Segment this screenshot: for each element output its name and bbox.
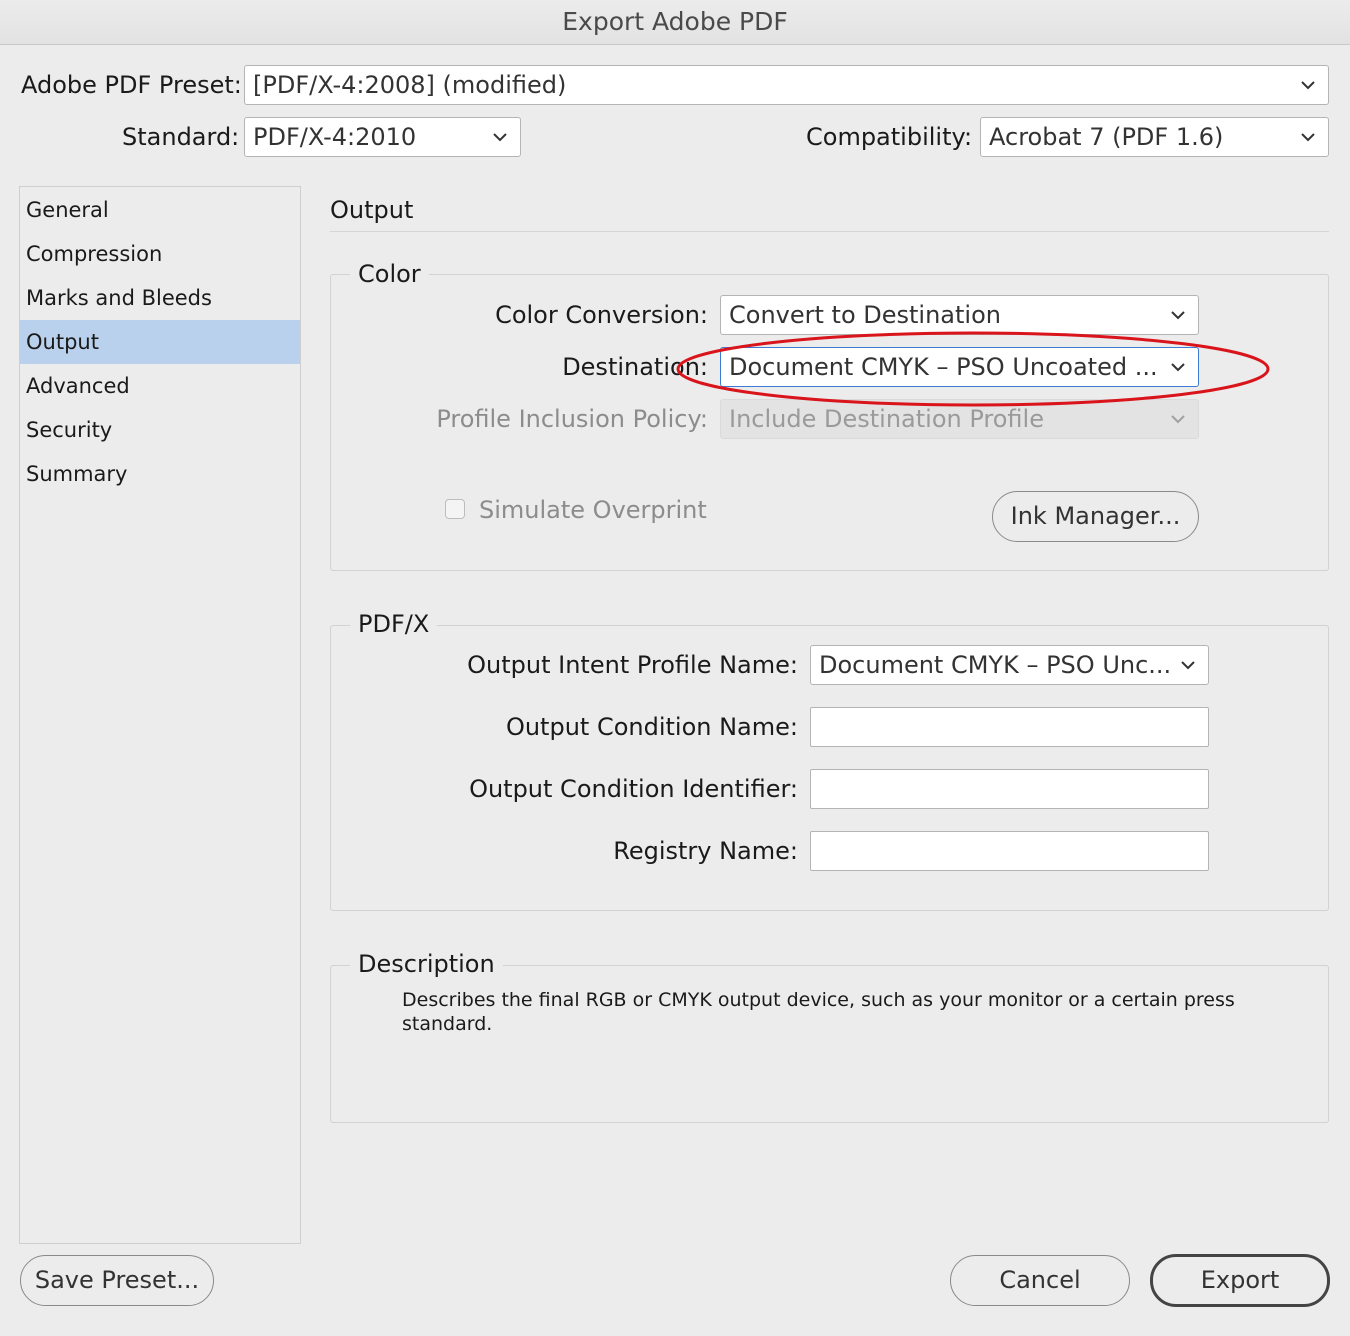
registry-name-label: Registry Name: [613,837,798,865]
profile-inclusion-value: Include Destination Profile [729,405,1044,433]
sidebar: General Compression Marks and Bleeds Out… [19,186,301,1244]
sidebar-item-security[interactable]: Security [20,408,300,452]
preset-select[interactable]: [PDF/X-4:2008] (modified) [244,65,1329,105]
page-title: Output [330,196,414,224]
output-intent-value: Document CMYK – PSO Unc... [819,651,1172,679]
output-intent-select[interactable]: Document CMYK – PSO Unc... [810,645,1209,685]
color-conversion-label: Color Conversion: [495,301,708,329]
color-conversion-select[interactable]: Convert to Destination [720,295,1199,335]
destination-label: Destination: [562,353,708,381]
sidebar-item-marks-and-bleeds[interactable]: Marks and Bleeds [20,276,300,320]
sidebar-item-advanced[interactable]: Advanced [20,364,300,408]
destination-value: Document CMYK – PSO Uncoated ... [729,353,1158,381]
output-intent-label: Output Intent Profile Name: [467,651,798,679]
output-condition-identifier-label: Output Condition Identifier: [469,775,798,803]
output-condition-name-label: Output Condition Name: [505,713,798,741]
chevron-down-icon [1300,118,1316,156]
preset-value: [PDF/X-4:2008] (modified) [253,71,567,99]
standard-select[interactable]: PDF/X-4:2010 [244,117,521,157]
title-divider [330,231,1329,232]
compatibility-label: Compatibility: [806,123,973,151]
standard-label: Standard: [122,123,240,151]
chevron-down-icon [1180,646,1196,684]
cancel-button[interactable]: Cancel [950,1255,1130,1306]
registry-name-field[interactable] [810,831,1209,871]
color-conversion-value: Convert to Destination [729,301,1001,329]
color-group-title: Color [350,260,429,288]
sidebar-item-output[interactable]: Output [20,320,300,364]
standard-value: PDF/X-4:2010 [253,123,417,151]
preset-label: Adobe PDF Preset: [21,71,242,99]
description-text: Describes the final RGB or CMYK output d… [402,989,1235,1035]
sidebar-item-compression[interactable]: Compression [20,232,300,276]
description-group-title: Description [350,950,503,978]
compatibility-value: Acrobat 7 (PDF 1.6) [989,123,1224,151]
profile-inclusion-select[interactable]: Include Destination Profile [720,399,1199,439]
pdfx-group-title: PDF/X [350,610,438,638]
export-button[interactable]: Export [1150,1254,1330,1307]
chevron-down-icon [1300,66,1316,104]
sidebar-item-summary[interactable]: Summary [20,452,300,496]
chevron-down-icon [492,118,508,156]
sidebar-item-general[interactable]: General [20,188,300,232]
chevron-down-icon [1170,348,1186,386]
profile-inclusion-label: Profile Inclusion Policy: [436,405,708,433]
output-condition-identifier-field[interactable] [810,769,1209,809]
chevron-down-icon [1170,296,1186,334]
save-preset-button[interactable]: Save Preset... [20,1255,214,1306]
compatibility-select[interactable]: Acrobat 7 (PDF 1.6) [980,117,1329,157]
ink-manager-button[interactable]: Ink Manager... [992,491,1199,542]
window-title: Export Adobe PDF [0,0,1350,45]
chevron-down-icon [1170,400,1186,438]
simulate-overprint-label: Simulate Overprint [479,496,707,524]
simulate-overprint-checkbox[interactable] [445,499,465,519]
output-condition-name-field[interactable] [810,707,1209,747]
destination-select[interactable]: Document CMYK – PSO Uncoated ... [720,347,1199,387]
